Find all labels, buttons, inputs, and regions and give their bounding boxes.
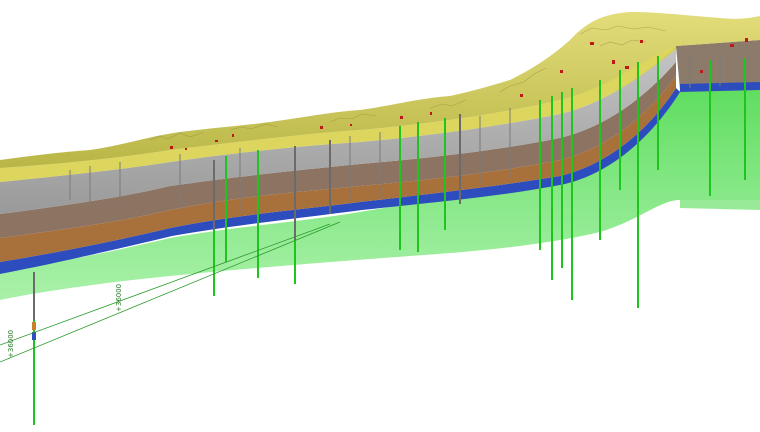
3d-geological-model-view[interactable]: +36000 +36000 — [0, 0, 760, 428]
axis-tick-label-1: +36000 — [7, 330, 15, 358]
axis-tick-label-2: +36000 — [115, 284, 123, 312]
layer-green-bedrock-lower — [680, 200, 760, 210]
model-canvas[interactable]: +36000 +36000 — [0, 0, 760, 428]
